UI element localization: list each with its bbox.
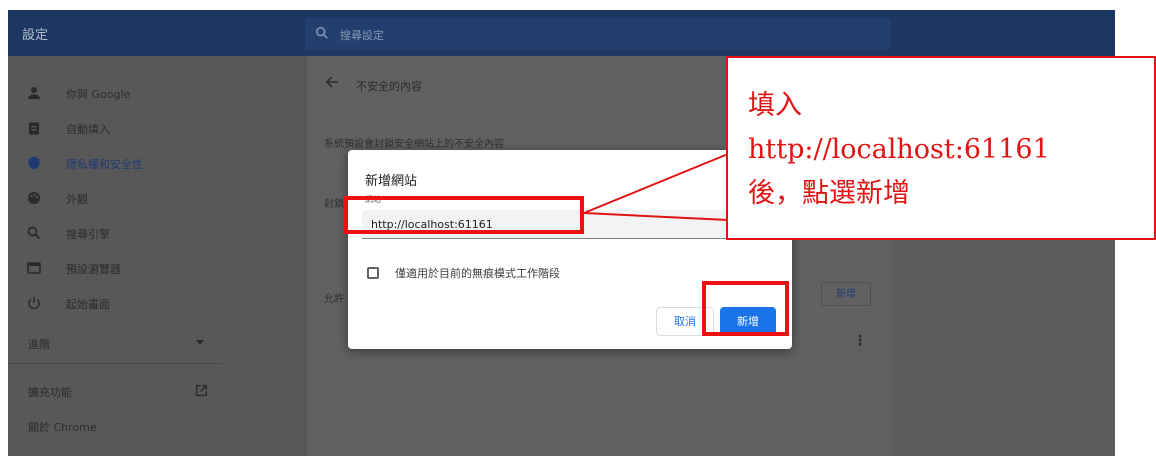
callout-line-1: 填入: [748, 90, 802, 121]
callout-line-2: http://localhost:61161: [748, 134, 1050, 165]
callout-line-3: 後，點選新增: [748, 178, 910, 209]
instruction-callout: 填入 http://localhost:61161 後，點選新增: [726, 56, 1156, 240]
